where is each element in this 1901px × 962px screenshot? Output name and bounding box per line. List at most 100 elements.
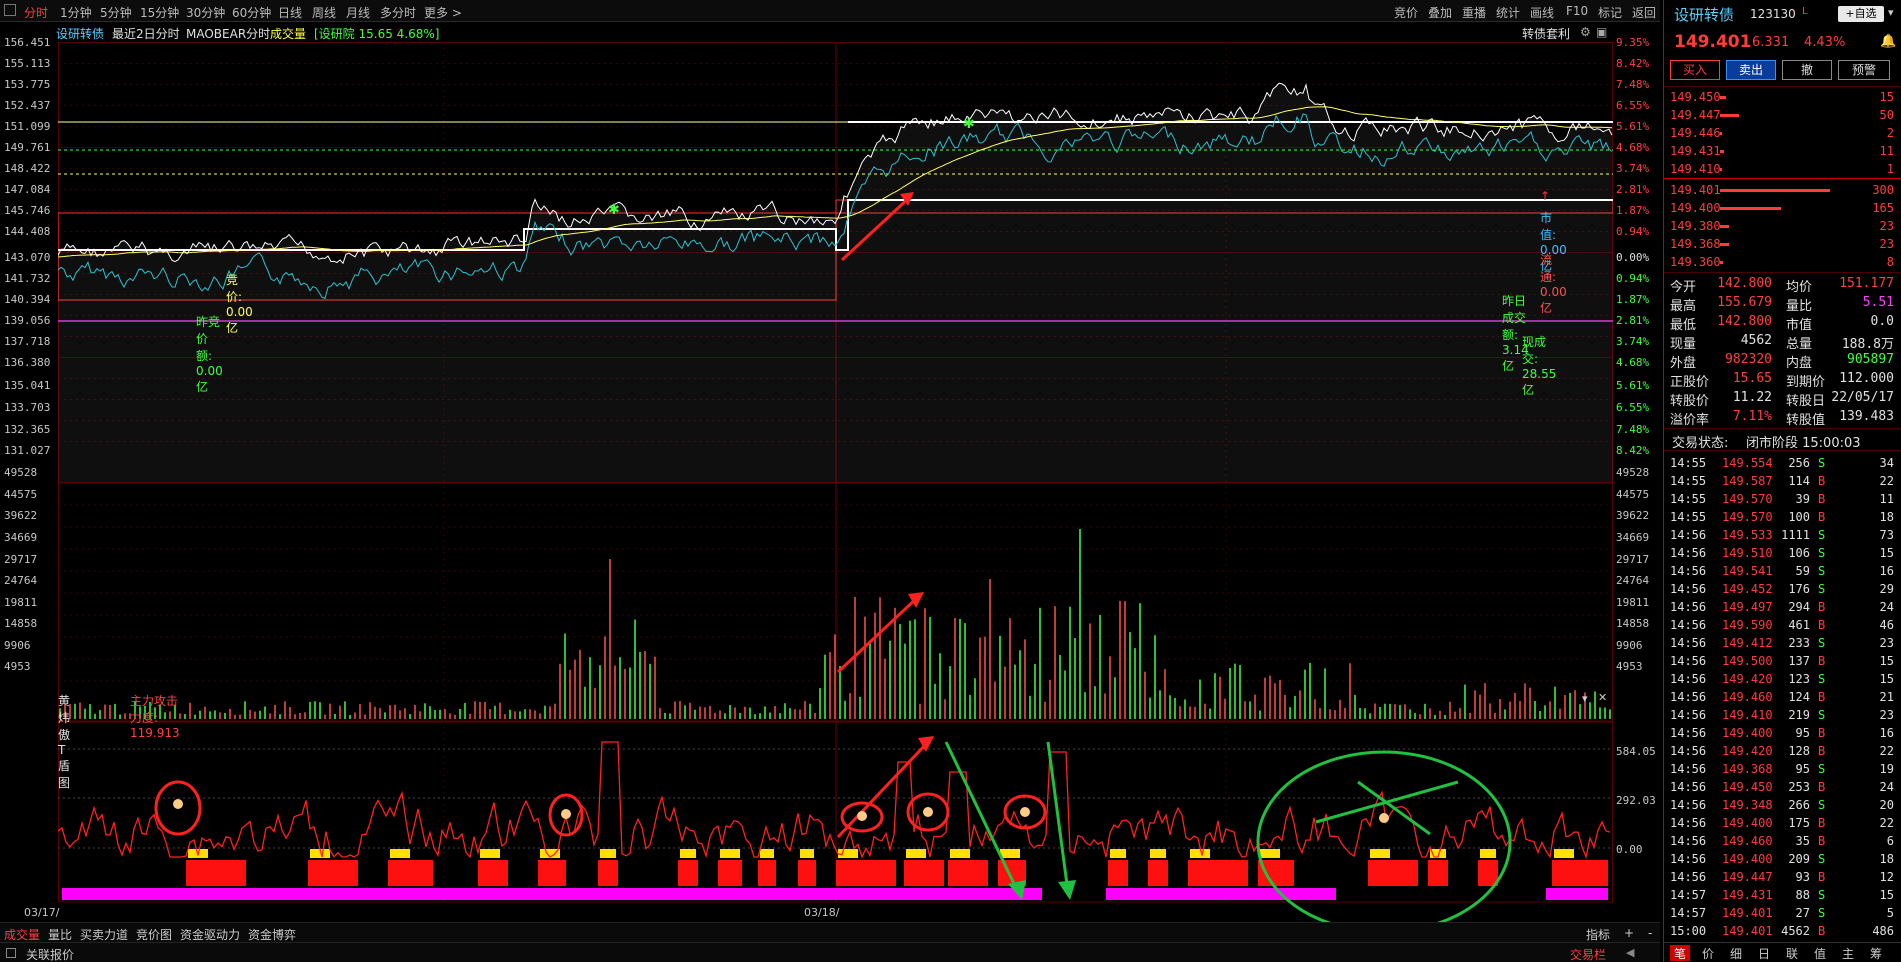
nav-day[interactable]: 日: [1758, 945, 1770, 962]
tab-fund-drive[interactable]: 资金驱动力: [180, 926, 240, 943]
chart-area[interactable]: ✱ ✱ ↑: [58, 42, 1613, 924]
tab-more[interactable]: 更多 >: [424, 4, 462, 21]
bid-row[interactable]: 149.401 300: [1664, 181, 1901, 199]
tick-row[interactable]: 14:56 149.410 219 S 23: [1664, 706, 1901, 724]
tick-row[interactable]: 14:56 149.450 253 B 24: [1664, 778, 1901, 796]
tick-row[interactable]: 14:57 149.401 27 S 5: [1664, 904, 1901, 922]
tick-row[interactable]: 14:56 149.400 209 S 18: [1664, 850, 1901, 868]
tick-price: 149.570: [1722, 510, 1773, 524]
tick-row[interactable]: 14:55 149.570 39 B 11: [1664, 490, 1901, 508]
tab-fund-game[interactable]: 资金博弈: [248, 926, 296, 943]
stats-button[interactable]: 统计: [1496, 4, 1520, 21]
nav-ticks[interactable]: 笔: [1674, 945, 1686, 962]
tick-row[interactable]: 14:56 149.590 461 B 46: [1664, 616, 1901, 634]
alert-button[interactable]: 预警: [1838, 60, 1890, 80]
tick-row[interactable]: 14:56 149.452 176 S 29: [1664, 580, 1901, 598]
tab-multi-intraday[interactable]: 多分时: [380, 4, 416, 21]
tab-intraday[interactable]: 分时: [24, 4, 48, 21]
nav-detail[interactable]: 细: [1730, 945, 1742, 962]
tick-row[interactable]: 14:56 149.400 95 B 16: [1664, 724, 1901, 742]
mode-label[interactable]: 最近2日分时: [112, 25, 180, 42]
tab-volume-ratio[interactable]: 量比: [48, 926, 72, 943]
trade-bar-arrow-icon[interactable]: ◀: [1626, 946, 1634, 959]
tab-buy-sell-force[interactable]: 买卖力道: [80, 926, 128, 943]
signal-marker: [1554, 849, 1574, 858]
bid-row[interactable]: 149.380 23: [1664, 217, 1901, 235]
auction-button[interactable]: 竞价: [1394, 4, 1418, 21]
ask-row[interactable]: 149.431 11: [1664, 142, 1901, 160]
indicator-label[interactable]: MAOBEAR分时: [186, 25, 270, 42]
zoom-out-button[interactable]: -: [1648, 926, 1652, 940]
tick-row[interactable]: 14:56 149.460 35 B 6: [1664, 832, 1901, 850]
tab-1min[interactable]: 1分钟: [60, 4, 92, 21]
tick-row[interactable]: 14:56 149.510 106 S 15: [1664, 544, 1901, 562]
tab-daily[interactable]: 日线: [278, 4, 302, 21]
tick-row[interactable]: 14:55 149.554 256 S 34: [1664, 454, 1901, 472]
arb-label[interactable]: 转债套利: [1522, 25, 1570, 42]
alert-bell-icon[interactable]: 🔔: [1880, 34, 1896, 49]
tick-row[interactable]: 14:56 149.500 137 B 15: [1664, 652, 1901, 670]
collapse-icon[interactable]: ▣: [1596, 25, 1607, 39]
tick-row[interactable]: 14:56 149.420 128 B 22: [1664, 742, 1901, 760]
ask-row[interactable]: 149.446 2: [1664, 124, 1901, 142]
bid-row[interactable]: 149.360 8: [1664, 253, 1901, 271]
tick-row[interactable]: 14:56 149.420 123 S 15: [1664, 670, 1901, 688]
overlay-button[interactable]: 叠加: [1428, 4, 1452, 21]
nav-link[interactable]: 联: [1786, 945, 1798, 962]
tab-weekly[interactable]: 周线: [312, 4, 336, 21]
mark-button[interactable]: 标记: [1598, 4, 1622, 21]
tick-row[interactable]: 14:55 149.587 114 B 22: [1664, 472, 1901, 490]
f10-button[interactable]: F10: [1566, 4, 1588, 18]
self-select-button[interactable]: +自选: [1838, 6, 1884, 22]
back-button[interactable]: 返回: [1632, 4, 1656, 21]
settings-icon[interactable]: ⚙: [1580, 25, 1591, 39]
tick-row[interactable]: 14:56 149.348 266 S 20: [1664, 796, 1901, 814]
nav-main[interactable]: 主: [1842, 945, 1854, 962]
tab-auction-chart[interactable]: 竞价图: [136, 926, 172, 943]
draw-line-button[interactable]: 画线: [1530, 4, 1554, 21]
bid-row[interactable]: 149.400 165: [1664, 199, 1901, 217]
tick-row[interactable]: 14:56 149.533 1111 S 73: [1664, 526, 1901, 544]
tab-60min[interactable]: 60分钟: [232, 4, 271, 21]
tick-row[interactable]: 14:55 149.570 100 B 18: [1664, 508, 1901, 526]
sell-button[interactable]: 卖出: [1726, 60, 1776, 80]
cancel-order-button[interactable]: 撤: [1782, 60, 1832, 80]
tab-30min[interactable]: 30分钟: [186, 4, 225, 21]
link-toggle-icon[interactable]: [6, 948, 16, 958]
related-quote-link[interactable]: 关联报价: [26, 946, 74, 962]
menu-chevron-icon[interactable]: ▾: [1888, 6, 1894, 19]
volume-bar: [1720, 225, 1729, 228]
ask-row[interactable]: 149.447 50: [1664, 106, 1901, 124]
tick-row[interactable]: 15:00 149.401 4562 B 486: [1664, 922, 1901, 940]
trade-bar-link[interactable]: 交易栏: [1570, 946, 1606, 962]
tick-row[interactable]: 14:56 149.412 233 S 23: [1664, 634, 1901, 652]
zoom-in-button[interactable]: +: [1624, 926, 1634, 940]
tick-row[interactable]: 14:56 149.541 59 S 16: [1664, 562, 1901, 580]
replay-button[interactable]: 重播: [1462, 4, 1486, 21]
tick-row[interactable]: 14:56 149.447 93 B 12: [1664, 868, 1901, 886]
tab-5min[interactable]: 5分钟: [100, 4, 132, 21]
tick-row[interactable]: 14:56 149.460 124 B 21: [1664, 688, 1901, 706]
stock-ref[interactable]: [设研院 15.65 4.68%]: [314, 25, 439, 42]
tab-monthly[interactable]: 月线: [346, 4, 370, 21]
buy-button[interactable]: 买入: [1670, 60, 1720, 80]
nav-value[interactable]: 值: [1814, 945, 1826, 962]
ask-row[interactable]: 149.450 15: [1664, 88, 1901, 106]
nav-price[interactable]: 价: [1702, 945, 1714, 962]
tab-volume[interactable]: 成交量: [4, 926, 40, 943]
tick-price: 149.348: [1722, 798, 1773, 812]
tick-row[interactable]: 14:57 149.431 88 S 15: [1664, 886, 1901, 904]
quote-code: 123130: [1750, 7, 1796, 21]
indicator-dropdown-icon[interactable]: ▾: [1582, 692, 1588, 705]
nav-chips[interactable]: 筹: [1870, 945, 1882, 962]
tick-row[interactable]: 14:56 149.400 175 B 22: [1664, 814, 1901, 832]
panel-toggle-icon[interactable]: [4, 4, 16, 16]
indicator-button[interactable]: 指标: [1586, 926, 1610, 943]
tick-row[interactable]: 14:56 149.497 294 B 24: [1664, 598, 1901, 616]
bid-row[interactable]: 149.368 23: [1664, 235, 1901, 253]
tab-15min[interactable]: 15分钟: [140, 4, 179, 21]
tick-row[interactable]: 14:56 149.368 95 S 19: [1664, 760, 1901, 778]
ask-row[interactable]: 149.410 1: [1664, 160, 1901, 178]
indicator-close-icon[interactable]: ✕: [1598, 691, 1607, 704]
indicator-title[interactable]: 黄炜傲T盾图: [58, 692, 70, 791]
